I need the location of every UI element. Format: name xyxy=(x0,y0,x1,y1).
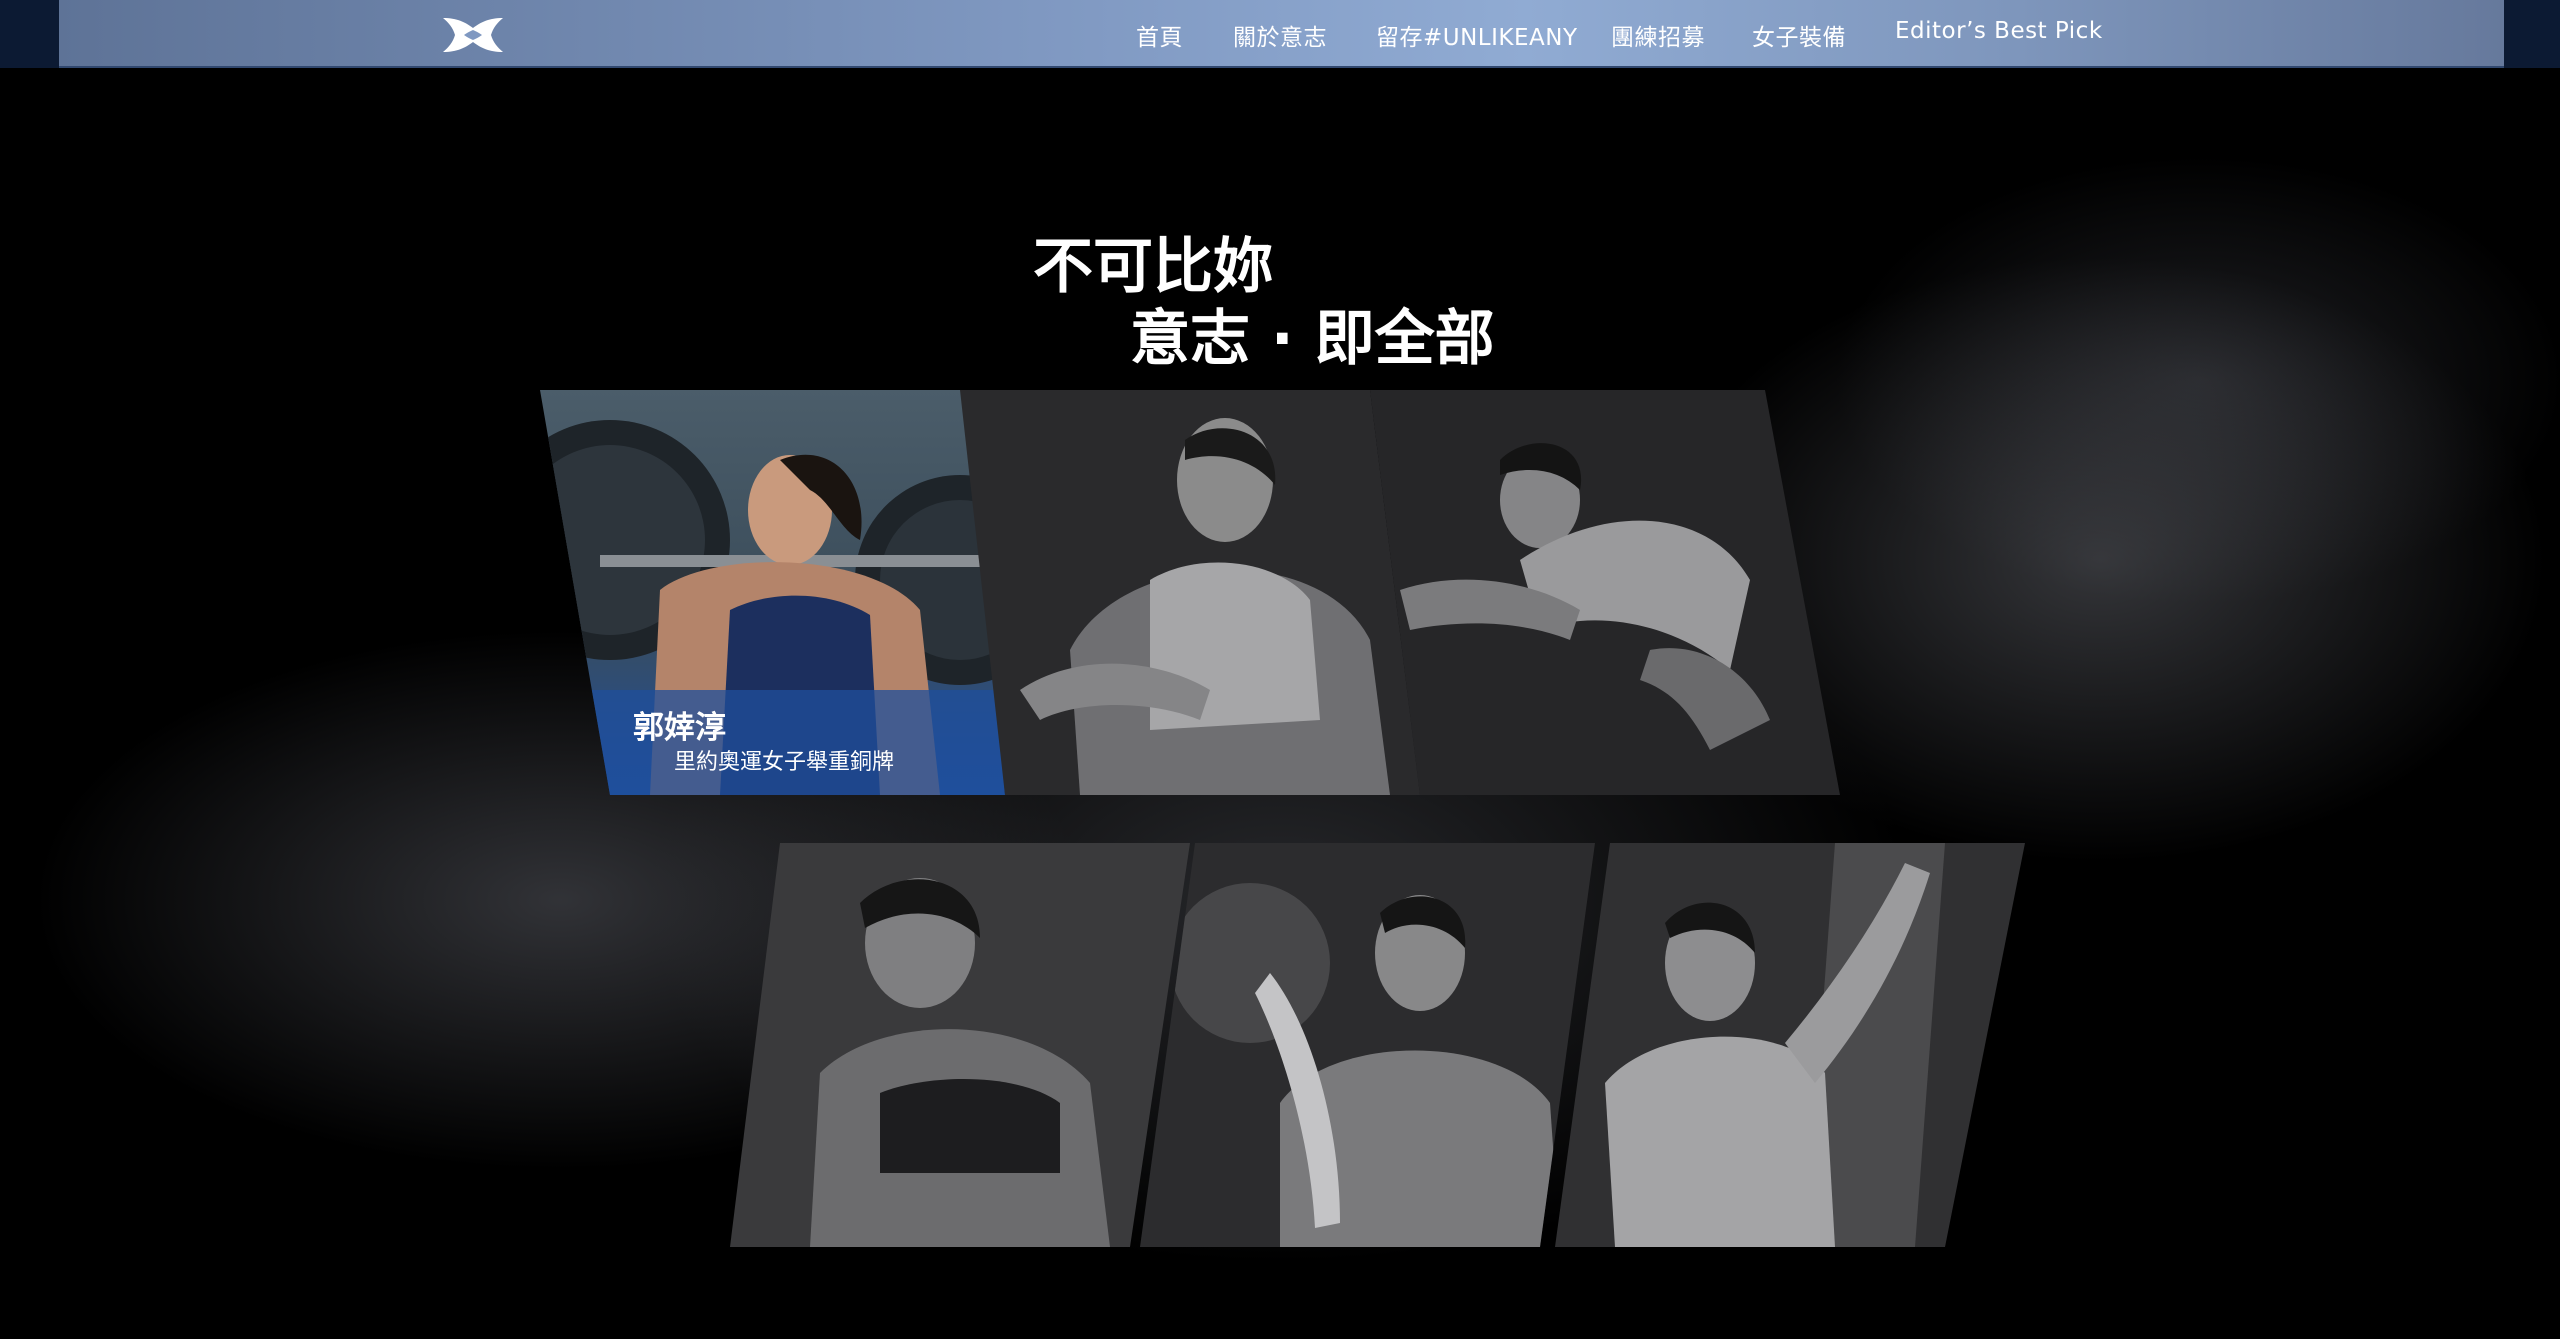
athlete-name: 郭婞淳 xyxy=(633,710,726,746)
athlete-card-2[interactable] xyxy=(960,390,1420,795)
nav-about[interactable]: 關於意志 xyxy=(1233,18,1327,52)
page: 首頁 關於意志 留存#UNLIKEANY 團練招募 女子裝備 Editor’s … xyxy=(0,0,2560,1339)
nav-team-training[interactable]: 團練招募 xyxy=(1611,18,1705,52)
athlete-photo-runner xyxy=(960,390,1420,795)
athlete-card-4[interactable] xyxy=(730,843,1200,1247)
nav-home[interactable]: 首頁 xyxy=(1136,18,1183,52)
under-armour-logo[interactable] xyxy=(437,14,509,56)
athlete-card-5[interactable] xyxy=(1140,843,1610,1247)
nav-unlikeany[interactable]: 留存#UNLIKEANY xyxy=(1376,18,1578,52)
athlete-photo-weightlifter xyxy=(540,390,1005,795)
athlete-photo-punching-bag xyxy=(1555,843,2025,1247)
athlete-achievement: 里約奧運女子舉重銅牌 xyxy=(674,750,895,775)
athlete-photo-stretching xyxy=(1370,390,1840,795)
athlete-card-3[interactable] xyxy=(1370,390,1840,795)
athlete-card-1[interactable] xyxy=(540,390,1005,795)
headline-line-2: 意志 · 即全部 xyxy=(1130,304,1495,374)
nav-editors-pick[interactable]: Editor’s Best Pick xyxy=(1895,18,2103,44)
athlete-card-6[interactable] xyxy=(1555,843,2025,1247)
athlete-photo-towel xyxy=(1140,843,1595,1247)
nav-women-gear[interactable]: 女子裝備 xyxy=(1752,18,1846,52)
athlete-photo-sports-bra xyxy=(730,843,1190,1247)
